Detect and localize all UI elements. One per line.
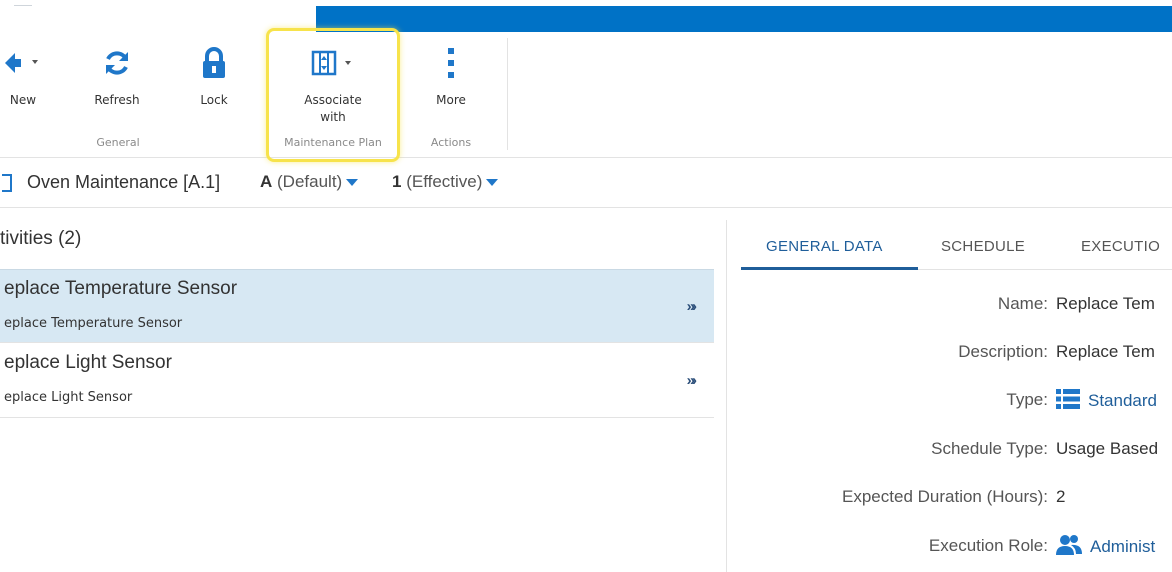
iteration-dropdown-icon <box>486 179 499 187</box>
top-blue-bar <box>316 6 1172 32</box>
ribbon-separator <box>507 38 508 150</box>
new-label: New <box>9 93 37 107</box>
new-arrow-icon <box>0 46 46 80</box>
type-label: Type: <box>1006 390 1048 409</box>
breadcrumb: Oven Maintenance [A.1] A (Default) 1 (Ef… <box>0 160 1172 208</box>
group-label-actions: Actions <box>430 136 472 149</box>
activity-title: eplace Light Sensor <box>4 352 172 373</box>
highlight-box <box>266 28 400 162</box>
lock-button[interactable]: Lock <box>186 32 242 132</box>
lock-label: Lock <box>200 93 228 107</box>
schedule-type-label: Schedule Type: <box>931 439 1048 458</box>
refresh-button[interactable]: Refresh <box>86 32 148 132</box>
open-detail-icon[interactable]: »› <box>687 372 697 389</box>
activity-subtitle: eplace Temperature Sensor <box>4 316 183 331</box>
document-icon <box>2 174 12 192</box>
refresh-icon <box>86 46 148 80</box>
name-value: Replace Tem <box>1056 294 1155 313</box>
tab-execution[interactable]: EXECUTIO <box>1081 238 1160 255</box>
iteration-number: 1 <box>392 172 402 191</box>
more-label: More <box>436 93 466 107</box>
revision-letter: A <box>260 172 273 191</box>
activities-header: tivities (2) <box>0 228 82 249</box>
execution-role-label: Execution Role: <box>928 536 1048 555</box>
users-icon <box>1056 534 1082 561</box>
more-vertical-icon <box>422 46 480 80</box>
open-detail-icon[interactable]: »› <box>687 298 697 315</box>
activity-row[interactable]: eplace Light Sensor eplace Light Sensor … <box>0 344 714 418</box>
panel-divider <box>726 220 727 572</box>
group-label-general: General <box>96 136 140 149</box>
duration-value: 2 <box>1056 487 1066 506</box>
revision-dropdown-icon <box>346 179 359 187</box>
window-edge-line <box>14 0 32 6</box>
iteration-state: (Effective) <box>406 172 483 191</box>
schedule-type-value: Usage Based <box>1056 439 1159 458</box>
more-button[interactable]: More <box>422 32 480 132</box>
refresh-label: Refresh <box>94 93 140 107</box>
activity-subtitle: eplace Light Sensor <box>4 390 133 405</box>
name-label: Name: <box>997 294 1048 313</box>
description-label: Description: <box>958 342 1048 361</box>
execution-role-link[interactable]: Administ <box>1056 534 1155 561</box>
activity-row[interactable]: eplace Temperature Sensor eplace Tempera… <box>0 269 714 343</box>
lock-icon <box>186 46 242 80</box>
activity-title: eplace Temperature Sensor <box>4 278 238 299</box>
duration-label: Expected Duration (Hours): <box>842 487 1048 506</box>
page-title: Oven Maintenance [A.1] <box>27 172 221 192</box>
list-icon <box>1056 388 1080 415</box>
revision-name: (Default) <box>277 172 343 191</box>
execution-role-value: Administ <box>1090 536 1156 556</box>
description-value: Replace Tem <box>1056 342 1155 361</box>
tab-general-data[interactable]: GENERAL DATA <box>766 238 883 255</box>
active-tab-indicator <box>741 267 918 270</box>
type-value: Standard <box>1088 390 1157 410</box>
type-value-link[interactable]: Standard <box>1056 388 1157 415</box>
revision-selector[interactable]: A (Default) <box>260 172 359 192</box>
tab-schedule[interactable]: SCHEDULE <box>941 238 1025 255</box>
iteration-selector[interactable]: 1 (Effective) <box>392 172 499 192</box>
new-button[interactable]: New <box>0 32 46 132</box>
ribbon-toolbar: New Refresh Lock General Associate with … <box>0 32 1172 158</box>
